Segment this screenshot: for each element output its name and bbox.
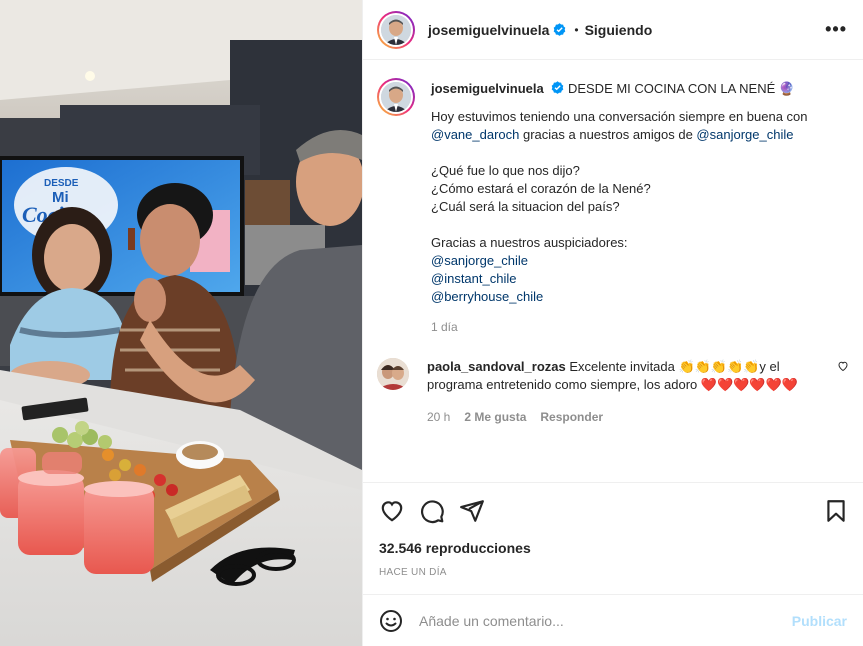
caption-line: ¿Cuál será la situacion del país? bbox=[431, 199, 620, 214]
commenter-avatar[interactable] bbox=[377, 358, 409, 390]
view-count[interactable]: 32.546 reproducciones bbox=[363, 538, 863, 558]
mention-link[interactable]: @berryhouse_chile bbox=[431, 289, 543, 304]
caption: josemiguelvinuela DESDE MI COCINA CON LA… bbox=[377, 78, 847, 336]
tv-text-desde: DESDE bbox=[44, 178, 79, 189]
commenter-username[interactable]: paola_sandoval_rozas bbox=[427, 359, 566, 374]
mention-link[interactable]: @vane_daroch bbox=[431, 127, 519, 142]
caption-text: Hoy estuvimos teniendo una conversación … bbox=[431, 108, 808, 306]
caption-line: ¿Cómo estará el corazón de la Nené? bbox=[431, 181, 651, 196]
comment-likes[interactable]: 2 Me gusta bbox=[464, 408, 526, 426]
publish-button[interactable]: Publicar bbox=[792, 613, 847, 629]
verified-icon bbox=[552, 81, 564, 94]
crystal-ball-emoji: 🔮 bbox=[778, 81, 796, 96]
clap-emojis: 👏👏👏👏👏 bbox=[678, 359, 760, 374]
caption-title: DESDE MI COCINA CON LA NENÉ bbox=[567, 81, 776, 96]
more-options-icon[interactable]: ••• bbox=[825, 19, 847, 40]
caption-author-avatar[interactable] bbox=[377, 78, 415, 116]
heart-emojis: ❤️❤️❤️❤️❤️❤️ bbox=[700, 377, 798, 392]
author-username[interactable]: josemiguelvinuela bbox=[428, 22, 549, 38]
separator-dot: • bbox=[574, 22, 579, 37]
video-frame: DESDE Mi Cocina bbox=[0, 0, 362, 646]
comment-time[interactable]: 20 h bbox=[427, 408, 450, 426]
verified-icon bbox=[554, 23, 566, 36]
caption-author-photo bbox=[381, 82, 411, 112]
mention-link[interactable]: @instant_chile bbox=[431, 271, 516, 286]
post-details: josemiguelvinuela • Siguiendo ••• josemi… bbox=[362, 0, 863, 646]
author-avatar[interactable] bbox=[377, 10, 415, 49]
caption-line: ¿Qué fue lo que nos dijo? bbox=[431, 163, 580, 178]
comment-body: paola_sandoval_rozas Excelente invitada … bbox=[427, 358, 817, 426]
action-bar bbox=[363, 482, 863, 538]
bookmark-icon[interactable] bbox=[823, 498, 849, 524]
mention-link[interactable]: @sanjorge_chile bbox=[696, 127, 793, 142]
caption-fragment: gracias a nuestros amigos de bbox=[519, 127, 697, 142]
caption-timestamp[interactable]: 1 día bbox=[431, 318, 808, 336]
commenter-photo bbox=[377, 358, 409, 390]
share-icon[interactable] bbox=[459, 498, 485, 524]
post-video[interactable]: DESDE Mi Cocina bbox=[0, 0, 362, 646]
caption-line: Hoy estuvimos teniendo una conversación … bbox=[431, 109, 808, 124]
author-photo bbox=[381, 14, 411, 45]
comment-composer: Añade un comentario... Publicar bbox=[363, 594, 863, 646]
heart-icon[interactable] bbox=[379, 498, 405, 524]
like-comment-icon[interactable] bbox=[837, 360, 849, 372]
comments-scroll-area[interactable]: josemiguelvinuela DESDE MI COCINA CON LA… bbox=[363, 60, 863, 482]
comment-icon[interactable] bbox=[419, 498, 445, 524]
caption-body: josemiguelvinuela DESDE MI COCINA CON LA… bbox=[431, 78, 808, 336]
mention-link[interactable]: @sanjorge_chile bbox=[431, 253, 528, 268]
instagram-post-modal: DESDE Mi Cocina bbox=[0, 0, 863, 646]
following-button[interactable]: Siguiendo bbox=[585, 22, 653, 38]
reply-button[interactable]: Responder bbox=[540, 408, 603, 426]
comment-meta: 20 h 2 Me gusta Responder bbox=[427, 408, 817, 426]
caption-line: Gracias a nuestros auspiciadores: bbox=[431, 235, 628, 250]
comment-item: paola_sandoval_rozas Excelente invitada … bbox=[377, 358, 849, 426]
comment-input[interactable]: Añade un comentario... bbox=[419, 613, 792, 629]
emoji-icon[interactable] bbox=[379, 609, 403, 633]
comment-text: Excelente invitada bbox=[569, 359, 679, 374]
post-header: josemiguelvinuela • Siguiendo ••• bbox=[363, 0, 863, 60]
caption-username[interactable]: josemiguelvinuela bbox=[431, 81, 544, 96]
post-date[interactable]: HACE UN DÍA bbox=[363, 567, 863, 589]
caption-line: @vane_daroch gracias a nuestros amigos d… bbox=[431, 126, 808, 144]
